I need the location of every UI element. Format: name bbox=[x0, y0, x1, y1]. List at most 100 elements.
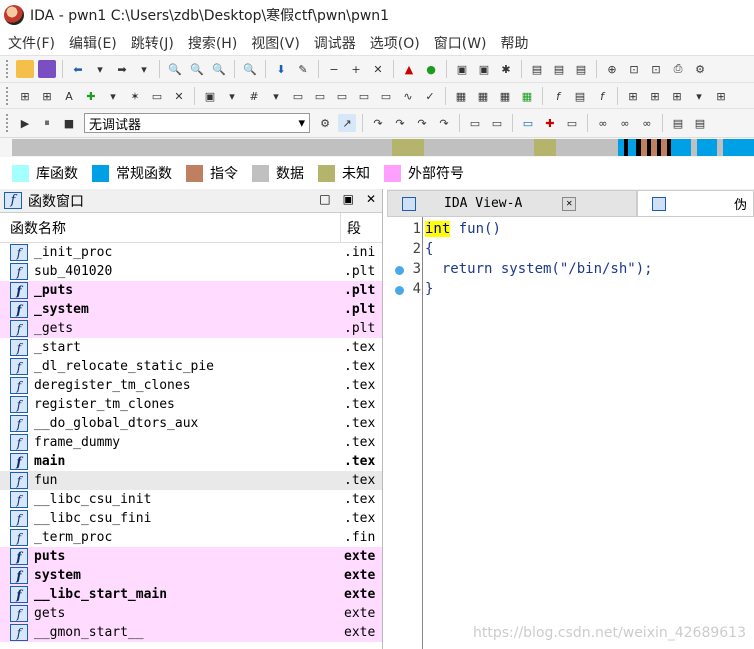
minimize-icon[interactable]: □ bbox=[319, 192, 330, 206]
tab-ida-view-a[interactable]: IDA View-A ✕ bbox=[387, 190, 637, 216]
notepad-icon[interactable]: ▦ bbox=[474, 87, 492, 105]
tracing-icon[interactable]: ∞ bbox=[616, 114, 634, 132]
function-row[interactable]: f _term_proc .fini bbox=[0, 528, 382, 547]
edit-function-icon[interactable]: ▤ bbox=[571, 87, 589, 105]
function-row[interactable]: f __libc_csu_init .text bbox=[0, 490, 382, 509]
pause-icon[interactable]: ⏸ bbox=[38, 114, 56, 132]
warning-icon[interactable]: ▲ bbox=[400, 60, 418, 78]
check-icon[interactable]: ✓ bbox=[421, 87, 439, 105]
expand-icon[interactable]: + bbox=[347, 60, 365, 78]
restore-icon[interactable]: ▣ bbox=[343, 192, 354, 206]
function-row[interactable]: f __libc_csu_fini .text bbox=[0, 509, 382, 528]
search-text-icon[interactable]: 🔍 bbox=[188, 60, 206, 78]
list-icon[interactable]: ▤ bbox=[528, 60, 546, 78]
close-tab-icon[interactable]: ✕ bbox=[562, 196, 577, 211]
status-green-icon[interactable]: ● bbox=[422, 60, 440, 78]
function-row[interactable]: f deregister_tm_clones .text bbox=[0, 376, 382, 395]
code-line[interactable]: 2{ bbox=[387, 239, 754, 259]
windows-icon[interactable]: ▣ bbox=[453, 60, 471, 78]
collapse-icon[interactable]: − bbox=[325, 60, 343, 78]
menu-item[interactable]: 调试器 bbox=[310, 33, 360, 53]
stop-icon[interactable]: ■ bbox=[60, 114, 78, 132]
function-row[interactable]: f __libc_start_main exter bbox=[0, 585, 382, 604]
trace-clear-icon[interactable]: ∞ bbox=[638, 114, 656, 132]
bug-icon[interactable]: ✱ bbox=[497, 60, 515, 78]
menu-item[interactable]: 文件(F) bbox=[4, 33, 59, 53]
fullscreen-icon[interactable]: ⊡ bbox=[647, 60, 665, 78]
breakpoints-icon[interactable]: ▭ bbox=[519, 114, 537, 132]
forward-icon[interactable]: ➡ bbox=[113, 60, 131, 78]
breakpoint-dot-icon[interactable] bbox=[395, 266, 404, 275]
breakpoint-dot-icon[interactable] bbox=[395, 286, 404, 295]
search-next-icon[interactable]: 🔍 bbox=[241, 60, 259, 78]
calculator-icon[interactable]: ▦ bbox=[452, 87, 470, 105]
structures-icon[interactable]: ▤ bbox=[550, 60, 568, 78]
function-row[interactable]: fmain .text bbox=[0, 452, 382, 471]
function-icon[interactable]: f bbox=[549, 87, 567, 105]
zoom-icon[interactable]: ⊕ bbox=[603, 60, 621, 78]
offset-icon[interactable]: ✶ bbox=[126, 87, 144, 105]
trace-icon[interactable]: ∞ bbox=[594, 114, 612, 132]
save-icon[interactable] bbox=[38, 60, 56, 78]
export-icon[interactable]: ▦ bbox=[496, 87, 514, 105]
type-dropdown-icon[interactable]: ▾ bbox=[690, 87, 708, 105]
step-over-icon[interactable]: ↷ bbox=[391, 114, 409, 132]
code-line[interactable]: 1 int fun() bbox=[387, 219, 754, 239]
add-icon[interactable]: ▭ bbox=[377, 87, 395, 105]
pseudocode-view[interactable]: 1 int fun() 2{3 return system("/bin/sh"); 4… bbox=[387, 217, 754, 649]
code-line[interactable]: 3 return system("/bin/sh"); bbox=[387, 259, 754, 279]
menu-item[interactable]: 搜索(H) bbox=[184, 33, 241, 53]
array-icon[interactable]: ✚ bbox=[82, 87, 100, 105]
mark-position-icon[interactable]: ✎ bbox=[294, 60, 312, 78]
code-line[interactable]: 4} bbox=[387, 279, 754, 299]
menu-item[interactable]: 选项(O) bbox=[366, 33, 424, 53]
function-row[interactable]: fsystem exter bbox=[0, 566, 382, 585]
settings-icon[interactable]: ⚙ bbox=[691, 60, 709, 78]
xrefs-icon[interactable]: ▭ bbox=[311, 87, 329, 105]
navigation-strip[interactable] bbox=[12, 139, 754, 156]
column-segment[interactable]: 段 bbox=[340, 213, 361, 242]
function-row[interactable]: fgets exter bbox=[0, 604, 382, 623]
zoom-fit-icon[interactable]: ⊡ bbox=[625, 60, 643, 78]
function-row[interactable]: f sub_401020 .plt bbox=[0, 262, 382, 281]
function-row[interactable]: f _system .plt bbox=[0, 300, 382, 319]
run-to-cursor-icon[interactable]: ↷ bbox=[413, 114, 431, 132]
function-type-icon[interactable]: ▣ bbox=[201, 87, 219, 105]
struct-member-icon[interactable]: ⊞ bbox=[646, 87, 664, 105]
tree-icon[interactable]: ▤ bbox=[572, 60, 590, 78]
search-binary-icon[interactable]: 🔍 bbox=[166, 60, 184, 78]
step-into-icon[interactable]: ↷ bbox=[369, 114, 387, 132]
segment-icon[interactable]: ▭ bbox=[289, 87, 307, 105]
comments-icon[interactable]: ▭ bbox=[355, 87, 373, 105]
menu-item[interactable]: 编辑(E) bbox=[65, 33, 121, 53]
toolbar-grip[interactable] bbox=[6, 87, 10, 105]
function-row[interactable]: f register_tm_clones .text bbox=[0, 395, 382, 414]
union-icon[interactable]: ⊞ bbox=[712, 87, 730, 105]
function-row[interactable]: f __do_global_dtors_aux .text bbox=[0, 414, 382, 433]
function-row[interactable]: f frame_dummy .text bbox=[0, 433, 382, 452]
debugger-select[interactable]: 无调试器 ▾ bbox=[84, 113, 310, 133]
threads-icon[interactable]: ▭ bbox=[466, 114, 484, 132]
function-row[interactable]: f _gets .plt bbox=[0, 319, 382, 338]
functions-list[interactable]: f _init_proc .init f sub_401020 .plt f _puts .pl… bbox=[0, 243, 382, 642]
function-type-dropdown-icon[interactable]: ▾ bbox=[223, 87, 241, 105]
code-icon[interactable]: ⊞ bbox=[16, 87, 34, 105]
function-row[interactable]: f _puts .plt bbox=[0, 281, 382, 300]
open-file-icon[interactable] bbox=[16, 60, 34, 78]
type-icon[interactable]: ⊞ bbox=[668, 87, 686, 105]
navigation-band[interactable] bbox=[0, 137, 754, 157]
menu-item[interactable]: 跳转(J) bbox=[127, 33, 178, 53]
jump-down-icon[interactable]: ⬇ bbox=[272, 60, 290, 78]
output-icon[interactable]: ▤ bbox=[691, 114, 709, 132]
breakpoint-list-icon[interactable]: ▭ bbox=[563, 114, 581, 132]
enum-icon[interactable]: ⊞ bbox=[624, 87, 642, 105]
function-row[interactable]: f _dl_relocate_static_pie .text bbox=[0, 357, 382, 376]
names-icon[interactable]: ▭ bbox=[333, 87, 351, 105]
search-immediate-icon[interactable]: 🔍 bbox=[210, 60, 228, 78]
step-out-icon[interactable]: ↷ bbox=[435, 114, 453, 132]
back-icon[interactable]: ⬅ bbox=[69, 60, 87, 78]
function-row[interactable]: f __gmon_start__ exter bbox=[0, 623, 382, 642]
menu-item[interactable]: 窗口(W) bbox=[430, 33, 491, 53]
toolbar-grip[interactable] bbox=[6, 60, 10, 78]
undefine-icon[interactable]: ✕ bbox=[170, 87, 188, 105]
